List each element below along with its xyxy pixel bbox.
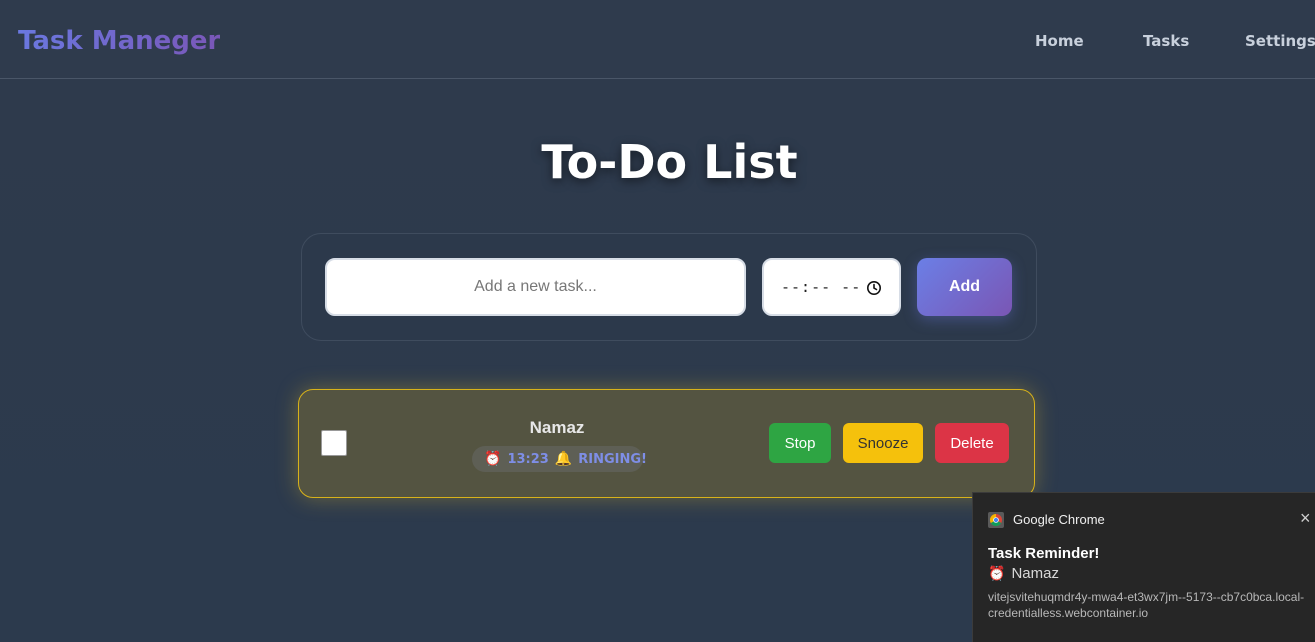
alarm-clock-icon: ⏰ [484,451,502,467]
task-name: Namaz [529,418,585,437]
delete-button[interactable]: Delete [935,423,1009,463]
notification-title: Task Reminder! [988,545,1100,562]
clock-icon[interactable] [866,280,882,296]
alarm-status-text: RINGING! [578,451,647,467]
close-icon[interactable]: × [1300,509,1311,527]
navbar: Task Maneger Home Tasks Settings [0,0,1315,79]
nav-link-settings[interactable]: Settings [1245,32,1315,50]
bell-icon: 🔔 [554,451,573,467]
notification-body-text: Namaz [1011,565,1059,582]
add-button[interactable]: Add [917,258,1012,316]
notification-source-url: vitejsvitehuqmdr4y-mwa4-et3wx7jm--5173--… [988,590,1305,620]
nav-link-home[interactable]: Home [1035,32,1084,50]
notification-body: ⏰ Namaz [988,565,1059,582]
chrome-icon [988,512,1004,528]
alarm-clock-icon: ⏰ [988,565,1006,581]
notification-app-name: Google Chrome [1013,512,1105,527]
brand-logo[interactable]: Task Maneger [18,26,220,56]
chrome-notification[interactable]: Google Chrome × Task Reminder! ⏰ Namaz vi… [972,492,1315,642]
time-input[interactable]: --:-- -- [762,258,901,316]
alarm-status-badge: ⏰ 13:23 🔔 RINGING! [472,446,647,472]
page-title: To-Do List [541,135,798,189]
nav-link-tasks[interactable]: Tasks [1143,32,1189,50]
task-item [298,389,1035,498]
time-input-value: --:-- -- [781,278,862,296]
stop-button[interactable]: Stop [769,423,831,463]
task-complete-checkbox[interactable] [321,430,347,456]
alarm-time: 13:23 [507,451,549,467]
task-input[interactable] [325,258,746,316]
snooze-button[interactable]: Snooze [843,423,923,463]
